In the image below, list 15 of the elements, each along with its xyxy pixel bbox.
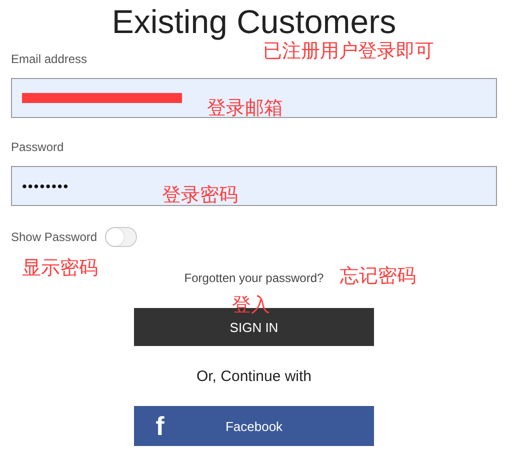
annotation-text: 已注册用户登录即可 [263, 40, 434, 62]
annotation-text: 忘记密码 [340, 265, 416, 287]
annotation-text: 登录邮箱 [207, 97, 283, 119]
page-title: Existing Customers [112, 4, 396, 40]
annotation-text: 登录密码 [162, 184, 238, 206]
field-label: Email address [11, 52, 88, 66]
field-label: Password [11, 140, 65, 154]
show-password-toggle[interactable] [105, 227, 138, 247]
annotation-text: 显示密码 [22, 257, 98, 279]
facebook-button[interactable]: f Facebook [134, 406, 374, 446]
divider-text: Or, Continue with [196, 368, 312, 385]
forgot-password-link[interactable]: Forgotten your password? [184, 271, 324, 285]
facebook-icon: f [154, 413, 166, 439]
toggle-label: Show Password [11, 230, 98, 244]
email-field[interactable] [11, 78, 497, 118]
